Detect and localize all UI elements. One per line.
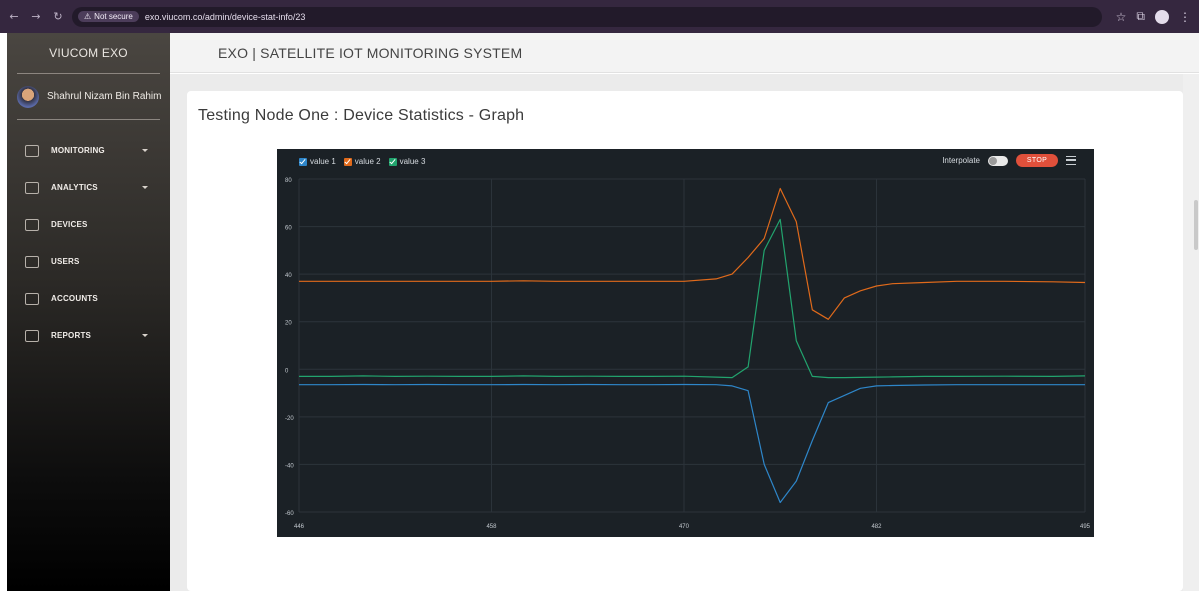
- avatar: [17, 85, 39, 108]
- sidebar-item-label: ANALYTICS: [51, 183, 98, 192]
- page-title: Testing Node One : Device Statistics - G…: [198, 107, 525, 124]
- page-scrollbar[interactable]: [1183, 74, 1199, 591]
- warning-icon: ⚠: [84, 12, 92, 21]
- user-name: Shahrul Nizam Bin Rahim: [47, 91, 162, 102]
- caret-down-icon: [142, 149, 148, 152]
- scrollbar-thumb[interactable]: [1194, 200, 1198, 250]
- page-header-title: EXO | SATELLITE IOT MONITORING SYSTEM: [218, 45, 523, 61]
- caret-down-icon: [142, 334, 148, 337]
- x-tick-label: 482: [871, 524, 882, 530]
- series-line-value3: [299, 218, 1086, 379]
- top-header: EXO | SATELLITE IOT MONITORING SYSTEM: [170, 33, 1199, 73]
- y-tick-label: 20: [285, 321, 292, 327]
- sidebar-item-analytics[interactable]: ANALYTICS: [7, 169, 170, 206]
- y-tick-label: -20: [285, 416, 294, 422]
- y-tick-label: 0: [285, 368, 289, 374]
- profile-avatar-icon[interactable]: [1155, 9, 1169, 24]
- browser-toolbar: ← → ↻ ⚠ Not secure exo.viucom.co/admin/d…: [0, 0, 1199, 33]
- address-bar[interactable]: ⚠ Not secure exo.viucom.co/admin/device-…: [72, 6, 1102, 27]
- sidebar-item-label: REPORTS: [51, 331, 92, 340]
- y-tick-label: -40: [285, 463, 294, 469]
- y-tick-label: 80: [285, 178, 292, 184]
- y-tick-label: 40: [285, 273, 292, 279]
- url-text: exo.viucom.co/admin/device-stat-info/23: [144, 11, 306, 22]
- sidebar-item-label: ACCOUNTS: [51, 294, 98, 303]
- sidebar-menu: MONITORING ANALYTICS DEVICES USERS ACCOU…: [7, 132, 170, 354]
- sidebar-item-label: MONITORING: [51, 146, 105, 155]
- sidebar-item-users[interactable]: USERS: [7, 243, 170, 280]
- analytics-icon: [25, 181, 39, 194]
- y-tick-label: 60: [285, 226, 292, 232]
- sidebar-divider: [17, 119, 160, 120]
- reports-icon: [25, 329, 39, 342]
- more-menu-icon[interactable]: ⋮: [1179, 10, 1191, 24]
- security-warning[interactable]: ⚠ Not secure: [78, 11, 139, 22]
- user-profile[interactable]: Shahrul Nizam Bin Rahim: [7, 74, 170, 119]
- sidebar-item-monitoring[interactable]: MONITORING: [7, 132, 170, 169]
- security-label: Not secure: [94, 12, 133, 21]
- monitor-icon: [25, 144, 39, 157]
- bookmark-star-icon[interactable]: ☆: [1116, 10, 1127, 24]
- x-tick-label: 470: [679, 524, 690, 530]
- sidebar-item-label: USERS: [51, 257, 80, 266]
- devices-icon: [25, 218, 39, 231]
- sidebar: VIUCOM EXO Shahrul Nizam Bin Rahim MONIT…: [7, 33, 170, 591]
- line-chart: 80 60 40 20 0 -20 -40 -60 446 458 470 482 495: [285, 178, 1091, 530]
- chart-panel: value 1 value 2 value 3 Interpolate STOP…: [277, 149, 1094, 537]
- x-tick-label: 495: [1080, 524, 1091, 530]
- y-tick-label: -60: [285, 511, 294, 517]
- series-line-value2: [299, 187, 1086, 320]
- sidebar-item-label: DEVICES: [51, 220, 88, 229]
- browser-actions: ☆ ⧉ ⋮: [1116, 9, 1191, 24]
- caret-down-icon: [142, 186, 148, 189]
- series-line-value1: [299, 383, 1085, 504]
- extensions-icon[interactable]: ⧉: [1136, 9, 1145, 24]
- accounts-icon: [25, 292, 39, 305]
- forward-icon[interactable]: →: [28, 9, 44, 25]
- x-tick-label: 446: [294, 524, 305, 530]
- sidebar-item-reports[interactable]: REPORTS: [7, 317, 170, 354]
- users-icon: [25, 255, 39, 268]
- reload-icon[interactable]: ↻: [50, 9, 66, 25]
- sidebar-item-devices[interactable]: DEVICES: [7, 206, 170, 243]
- sidebar-item-accounts[interactable]: ACCOUNTS: [7, 280, 170, 317]
- x-tick-label: 458: [486, 524, 497, 530]
- brand-title[interactable]: VIUCOM EXO: [7, 33, 170, 73]
- back-icon[interactable]: ←: [6, 9, 22, 25]
